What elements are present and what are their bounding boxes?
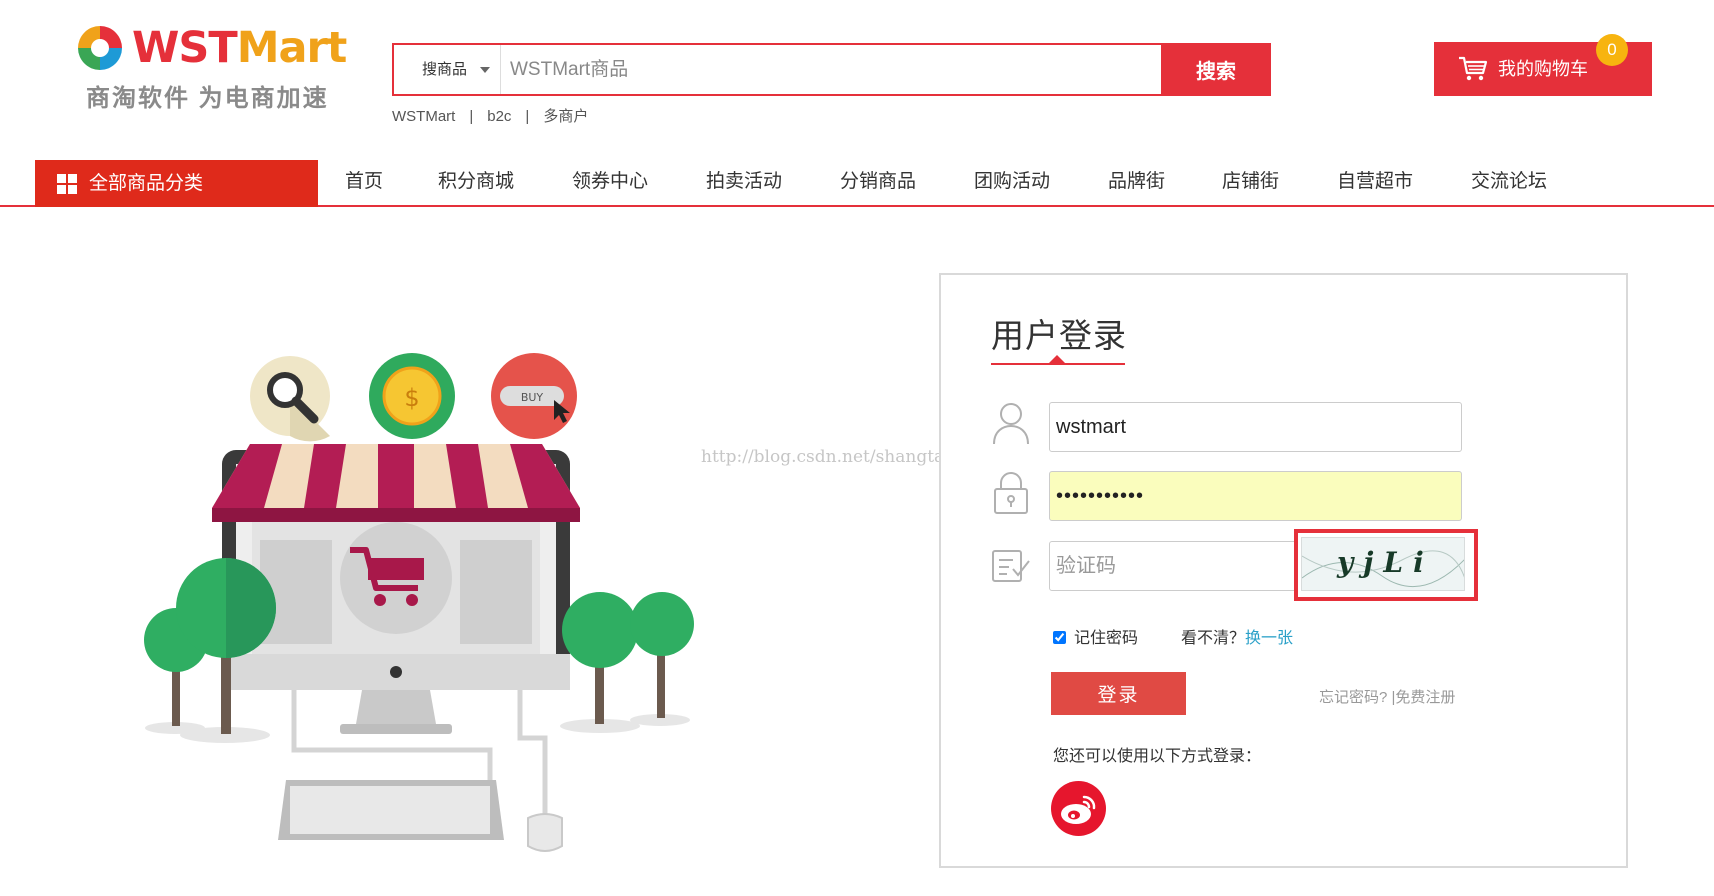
title-underline <box>991 363 1125 365</box>
captcha-field[interactable] <box>1049 541 1297 591</box>
verify-code-icon <box>992 550 1030 582</box>
nav-item-coupons[interactable]: 领券中心 <box>572 160 648 207</box>
hot-search-links: WSTMart | b2c | 多商户 <box>392 105 588 126</box>
auxiliary-links: 忘记密码? |免费注册 <box>1319 686 1455 707</box>
main-nav: 全部商品分类 首页 积分商城 领券中心 拍卖活动 分销商品 团购活动 品牌街 店… <box>0 160 1714 207</box>
cart-count-badge: 0 <box>1596 34 1628 66</box>
hot-link-separator: | <box>525 108 530 125</box>
login-button[interactable]: 登录 <box>1051 672 1186 715</box>
magnifier-icon <box>250 356 330 442</box>
coin-icon: $ <box>369 353 455 439</box>
logo-slogan: 商淘软件 为电商加速 <box>86 85 329 112</box>
login-title: 用户登录 <box>991 317 1127 354</box>
weibo-login-button[interactable] <box>1051 781 1106 836</box>
logo-brand-mart: Mart <box>236 23 348 73</box>
logo-swirl-icon <box>78 26 122 70</box>
login-panel: 用户登录 yjLi 记住密码 看不清？换一张 登录 <box>939 273 1628 868</box>
other-login-label: 您还可以使用以下方式登录： <box>1053 748 1262 765</box>
grid-icon <box>57 174 77 194</box>
buy-button-icon: BUY <box>491 353 577 439</box>
user-icon <box>993 403 1029 445</box>
search-bar: 搜商品 搜索 <box>392 43 1271 96</box>
site-logo[interactable]: WSTMart 商淘软件 为电商加速 <box>76 20 347 115</box>
search-category-select[interactable]: 搜商品 <box>394 45 501 94</box>
register-link[interactable]: 免费注册 <box>1395 689 1455 706</box>
nav-item-points-mall[interactable]: 积分商城 <box>438 160 514 207</box>
hot-link-separator: | <box>469 108 474 125</box>
cart-button[interactable]: 我的购物车 0 <box>1434 34 1652 96</box>
logo-brand: WSTMart <box>132 22 348 74</box>
shopping-cart-icon <box>1459 56 1488 81</box>
cart-label: 我的购物车 <box>1498 59 1588 79</box>
nav-item-home[interactable]: 首页 <box>345 160 383 207</box>
all-categories-label: 全部商品分类 <box>89 173 204 194</box>
captcha-image[interactable]: yjLi <box>1301 537 1465 591</box>
nav-item-forum[interactable]: 交流论坛 <box>1471 160 1547 207</box>
search-button[interactable]: 搜索 <box>1161 43 1271 96</box>
hot-link[interactable]: WSTMart <box>392 108 455 125</box>
remember-password[interactable]: 记住密码 <box>1053 624 1138 648</box>
hot-link[interactable]: b2c <box>487 108 511 125</box>
nav-item-group-buy[interactable]: 团购活动 <box>974 160 1050 207</box>
remember-checkbox[interactable] <box>1053 631 1066 644</box>
logo-brand-wst: WST <box>132 23 238 73</box>
refresh-captcha-link[interactable]: 换一张 <box>1245 630 1293 647</box>
caret-down-icon <box>480 67 490 73</box>
unclear-label: 看不清？ <box>1181 630 1246 647</box>
hot-link[interactable]: 多商户 <box>543 105 588 126</box>
search-category-label: 搜商品 <box>422 61 468 78</box>
nav-item-auction[interactable]: 拍卖活动 <box>706 160 782 207</box>
captcha-refresh-row: 看不清？换一张 <box>1181 624 1293 648</box>
all-categories-button[interactable]: 全部商品分类 <box>35 160 318 207</box>
nav-item-shop-street[interactable]: 店铺街 <box>1222 160 1279 207</box>
remember-label: 记住密码 <box>1074 630 1139 647</box>
nav-item-self-market[interactable]: 自营超市 <box>1337 160 1413 207</box>
search-input[interactable] <box>502 45 1154 94</box>
forgot-password-link[interactable]: 忘记密码? <box>1319 689 1387 706</box>
weibo-icon <box>1061 795 1096 824</box>
username-field[interactable] <box>1049 402 1462 452</box>
coin-symbol: $ <box>404 384 419 412</box>
shop-illustration: $ BUY <box>144 353 694 852</box>
password-field[interactable] <box>1049 471 1462 521</box>
nav-item-brand-street[interactable]: 品牌街 <box>1108 160 1165 207</box>
captcha-highlight: yjLi <box>1294 529 1478 601</box>
title-notch <box>1049 355 1065 363</box>
captcha-text: yjLi <box>1337 546 1434 579</box>
nav-item-distribution[interactable]: 分销商品 <box>840 160 916 207</box>
lock-icon <box>994 472 1028 514</box>
buy-tag-label: BUY <box>521 391 544 404</box>
